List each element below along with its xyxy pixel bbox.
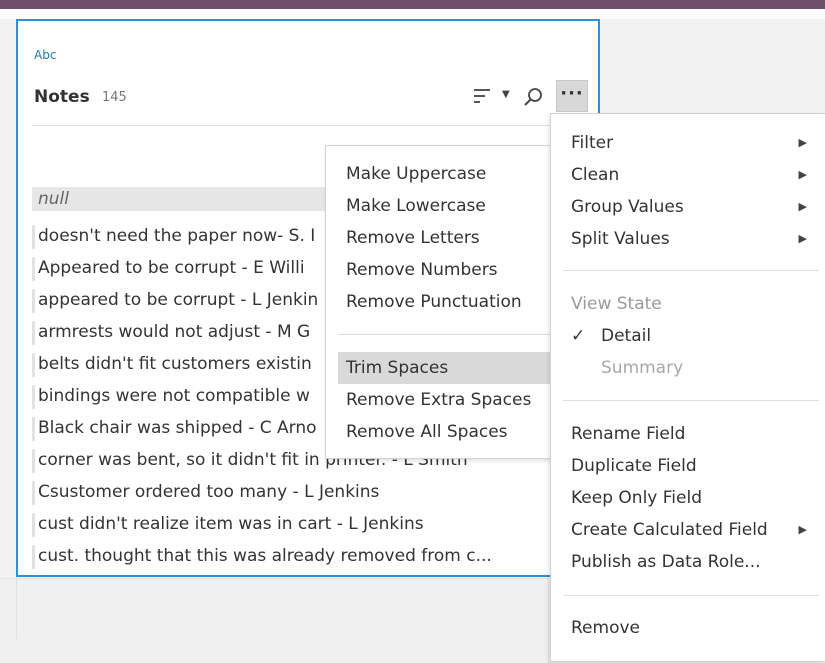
bottom-panel <box>0 578 600 663</box>
menu-item-label: Group Values <box>571 197 684 217</box>
checkmark-icon: ✓ <box>571 326 586 346</box>
field-value-count: 145 <box>102 90 127 105</box>
menu-divider <box>563 400 819 401</box>
menu-item-label: Filter <box>571 133 614 153</box>
panel-divider <box>16 579 17 639</box>
menu-item-remove-all-spaces[interactable]: Remove All Spaces <box>338 416 550 448</box>
list-item[interactable]: cust didn't realize item was in cart - L… <box>32 509 552 541</box>
submenu-arrow-icon: ▶ <box>798 168 807 181</box>
menu-item-duplicate-field[interactable]: Duplicate Field <box>571 450 821 482</box>
search-icon[interactable] <box>522 86 544 108</box>
menu-item-make-uppercase[interactable]: Make Uppercase <box>338 158 550 190</box>
menu-item-split-values[interactable]: Split Values ▶ <box>571 223 821 255</box>
menu-item-group-values[interactable]: Group Values ▶ <box>571 191 821 223</box>
field-name[interactable]: Notes <box>34 87 90 107</box>
submenu-arrow-icon: ▶ <box>798 523 807 536</box>
submenu-arrow-icon: ▶ <box>798 136 807 149</box>
menu-item-rename-field[interactable]: Rename Field <box>571 418 821 450</box>
caret-down-icon[interactable]: ▼ <box>502 89 510 100</box>
menu-item-create-calculated-field[interactable]: Create Calculated Field ▶ <box>571 514 821 546</box>
menu-item-publish-as-data-role[interactable]: Publish as Data Role... <box>571 546 821 578</box>
view-state-header: View State <box>571 294 662 314</box>
menu-item-trim-spaces[interactable]: Trim Spaces <box>338 352 550 384</box>
submenu-arrow-icon: ▶ <box>798 232 807 245</box>
header-divider <box>32 125 562 126</box>
menu-item-keep-only-field[interactable]: Keep Only Field <box>571 482 821 514</box>
field-type-label[interactable]: Abc <box>34 48 56 62</box>
menu-item-remove[interactable]: Remove <box>571 612 821 644</box>
menu-divider <box>563 595 819 596</box>
sort-icon[interactable] <box>474 89 490 107</box>
menu-item-summary[interactable]: Summary <box>571 352 825 384</box>
menu-item-remove-punctuation[interactable]: Remove Punctuation <box>338 286 550 318</box>
submenu-arrow-icon: ▶ <box>798 200 807 213</box>
menu-divider <box>563 270 819 271</box>
menu-item-label: Clean <box>571 165 620 185</box>
menu-item-clean[interactable]: Clean ▶ <box>571 159 821 191</box>
clean-submenu: Make Uppercase Make Lowercase Remove Let… <box>325 145 558 459</box>
more-options-button[interactable]: ··· <box>556 80 588 112</box>
menu-item-label: Detail <box>601 326 652 346</box>
list-item[interactable]: cust. thought that this was already remo… <box>32 541 552 573</box>
list-item[interactable]: Csustomer ordered too many - L Jenkins <box>32 477 552 509</box>
app-top-bar <box>0 0 825 9</box>
menu-item-make-lowercase[interactable]: Make Lowercase <box>338 190 550 222</box>
field-context-menu: Filter ▶ Clean ▶ Group Values ▶ Split Va… <box>550 113 825 662</box>
more-options-icon: ··· <box>560 83 584 104</box>
menu-item-remove-numbers[interactable]: Remove Numbers <box>338 254 550 286</box>
menu-item-remove-letters[interactable]: Remove Letters <box>338 222 550 254</box>
menu-divider <box>338 334 550 335</box>
menu-item-label: Create Calculated Field <box>571 520 768 540</box>
menu-item-label: Split Values <box>571 229 670 249</box>
menu-item-detail[interactable]: ✓ Detail <box>571 320 821 352</box>
panel-divider <box>548 579 549 663</box>
menu-item-filter[interactable]: Filter ▶ <box>571 127 821 159</box>
menu-item-remove-extra-spaces[interactable]: Remove Extra Spaces <box>338 384 550 416</box>
top-spacer <box>0 9 825 19</box>
